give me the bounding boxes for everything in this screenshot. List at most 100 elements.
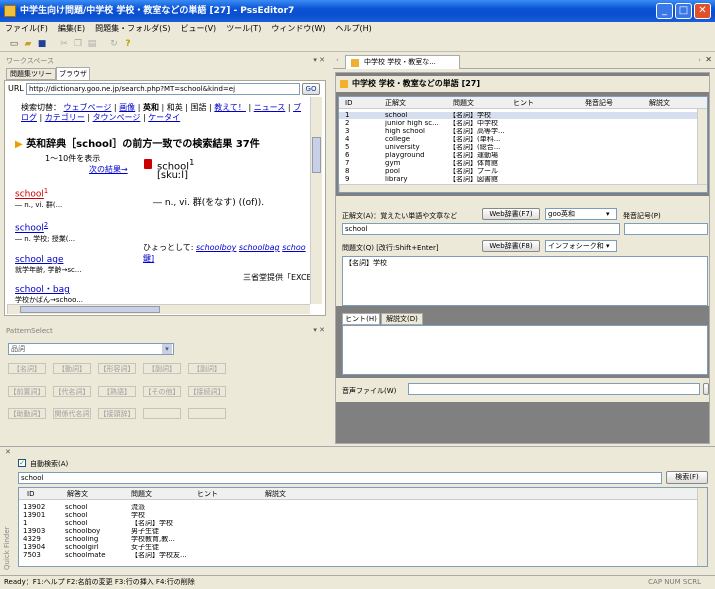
- close-button[interactable]: ✕: [694, 3, 711, 19]
- pattern-button[interactable]: 【接続詞】: [188, 386, 226, 397]
- hscroll-thumb[interactable]: [20, 306, 160, 313]
- table-hscroll[interactable]: [339, 184, 707, 192]
- scroll-thumb[interactable]: [312, 137, 321, 173]
- new-file-icon[interactable]: ▭: [8, 38, 20, 50]
- hyotto-tail[interactable]: 鍵]: [143, 253, 154, 264]
- table-row[interactable]: 9 library 【名詞】図書館: [339, 176, 697, 183]
- table-row[interactable]: 13903 schoolboy 男子生徒: [19, 528, 697, 535]
- audio-file-input[interactable]: [408, 383, 700, 395]
- pattern-button[interactable]: [188, 408, 226, 419]
- open-folder-icon[interactable]: ▰: [22, 38, 34, 50]
- pattern-button[interactable]: 【代名詞】: [53, 386, 91, 397]
- refresh-icon[interactable]: ↻: [108, 38, 120, 50]
- pattern-close-icon[interactable]: ▾ ✕: [313, 326, 325, 334]
- table-row[interactable]: 1 school 【名詞】学校: [19, 520, 697, 527]
- table-row[interactable]: 7503 schoolmate 【名詞】学校友...: [19, 552, 697, 559]
- pattern-button[interactable]: 【その他】: [143, 386, 181, 397]
- list-item[interactable]: school2 ― n. 学校; 授業(...: [15, 221, 120, 255]
- tab-browser[interactable]: ブラウザ: [56, 67, 90, 80]
- list-item[interactable]: school1 ― n., vi. 群(...: [15, 187, 120, 221]
- link-image[interactable]: 画像: [119, 103, 135, 112]
- link-web[interactable]: ウェブページ: [64, 103, 112, 112]
- workspace-close-icon[interactable]: ▾ ✕: [313, 56, 325, 64]
- go-button[interactable]: GO: [302, 83, 320, 95]
- table-row[interactable]: 6 playground 【名詞】運動場: [339, 152, 697, 159]
- browser-vscroll[interactable]: [310, 97, 322, 304]
- pattern-button[interactable]: 【副詞】: [143, 363, 181, 374]
- menu-edit[interactable]: 編集(E): [53, 22, 90, 36]
- pattern-button[interactable]: 【形容詞】: [98, 363, 136, 374]
- url-input[interactable]: http://dictionary.goo.ne.jp/search.php?M…: [26, 83, 300, 95]
- doc-close-icon[interactable]: ✕: [705, 55, 712, 64]
- pattern-button[interactable]: 【助動詞】: [8, 408, 46, 419]
- link-townpage[interactable]: タウンページ: [93, 113, 141, 122]
- finder-vscroll[interactable]: [697, 488, 707, 566]
- help-icon[interactable]: ?: [122, 38, 134, 50]
- link-waei[interactable]: 和英: [167, 103, 183, 112]
- menu-tools[interactable]: ツール(T): [221, 22, 266, 36]
- list-item[interactable]: school age 就学年齢, 学齢→sc...: [15, 255, 120, 285]
- menu-view[interactable]: ビュー(V): [175, 22, 221, 36]
- seek-select[interactable]: インフォシーク和 ▾: [545, 240, 617, 252]
- pattern-select[interactable]: 品詞 ▾: [8, 343, 174, 355]
- menu-file[interactable]: ファイル(F): [0, 22, 53, 36]
- pattern-button[interactable]: 【接頭辞】: [98, 408, 136, 419]
- table-row[interactable]: 13901 school 学校: [19, 512, 697, 519]
- hint-input[interactable]: [342, 325, 708, 375]
- tab-scroll-left-icon[interactable]: ‹: [336, 56, 339, 64]
- finder-search-input[interactable]: school: [18, 472, 662, 484]
- link-eiwa[interactable]: 英和: [143, 103, 159, 112]
- menu-help[interactable]: ヘルプ(H): [330, 22, 376, 36]
- menu-collection[interactable]: 問題集・フォルダ(S): [90, 22, 175, 36]
- answer-input[interactable]: school: [342, 223, 620, 235]
- web-dict-f8-button[interactable]: Web辞書(F8): [482, 240, 540, 252]
- web-dict-f7-button[interactable]: Web辞書(F7): [482, 208, 540, 220]
- pattern-button[interactable]: [143, 408, 181, 419]
- finder-close-icon[interactable]: ✕: [5, 448, 11, 456]
- pattern-button[interactable]: 【動詞】: [53, 363, 91, 374]
- save-icon[interactable]: ■: [36, 38, 48, 50]
- link-news[interactable]: ニュース: [254, 103, 286, 112]
- link-oshiete[interactable]: 教えて！: [214, 103, 246, 112]
- link-schoo[interactable]: schoo: [282, 243, 305, 252]
- copy-icon[interactable]: ❐: [72, 38, 84, 50]
- table-vscroll[interactable]: [697, 109, 707, 185]
- table-row[interactable]: 13902 school 流派: [19, 504, 697, 511]
- chevron-down-icon[interactable]: ▾: [606, 241, 615, 251]
- pron-input[interactable]: [624, 223, 708, 235]
- question-input[interactable]: 【名詞】学校: [342, 256, 708, 306]
- menu-window[interactable]: ウィンドウ(W): [266, 22, 330, 36]
- next-results-link[interactable]: 次の結果→: [89, 164, 128, 175]
- list-item[interactable]: school・bag 学校かばん→schoo...: [15, 285, 120, 305]
- link-keitai[interactable]: ケータイ: [148, 113, 180, 122]
- tab-scroll-right-icon[interactable]: ›: [698, 56, 701, 64]
- tab-hint[interactable]: ヒント(H): [342, 313, 380, 325]
- link-category[interactable]: カテゴリー: [45, 113, 85, 122]
- tab-explanation[interactable]: 解説文(D): [381, 313, 423, 325]
- table-row[interactable]: 1 school 【名詞】学校: [339, 112, 697, 119]
- cut-icon[interactable]: ✂: [58, 38, 70, 50]
- link-schoolboy[interactable]: schoolboy: [196, 243, 236, 252]
- pattern-button[interactable]: 【名詞】: [8, 363, 46, 374]
- dict-select[interactable]: goo英和 ▾: [545, 208, 617, 220]
- table-row[interactable]: 5 university 【名詞】(総合...: [339, 144, 697, 151]
- chevron-down-icon[interactable]: ▾: [162, 344, 172, 354]
- table-row[interactable]: 4329 schooling 学校教育,教...: [19, 536, 697, 543]
- audio-browse-button[interactable]: [703, 383, 709, 395]
- doc-tab[interactable]: 中学校 学校・教室な...: [345, 55, 460, 69]
- table-row[interactable]: 3 high school 【名詞】高等学...: [339, 128, 697, 135]
- paste-icon[interactable]: ▤: [86, 38, 98, 50]
- pattern-button[interactable]: 【熟語】: [98, 386, 136, 397]
- table-row[interactable]: 8 pool 【名詞】プール: [339, 168, 697, 175]
- maximize-button[interactable]: □: [675, 3, 692, 19]
- minimize-button[interactable]: _: [656, 3, 673, 19]
- table-row[interactable]: 7 gym 【名詞】体育館: [339, 160, 697, 167]
- pattern-button[interactable]: 関係代名詞: [53, 408, 91, 419]
- table-row[interactable]: 4 college 【名詞】(単科...: [339, 136, 697, 143]
- finder-search-button[interactable]: 検索(F): [666, 471, 708, 484]
- chevron-down-icon[interactable]: ▾: [606, 209, 615, 219]
- pattern-button[interactable]: 【前置詞】: [8, 386, 46, 397]
- pattern-button[interactable]: 【副詞】: [188, 363, 226, 374]
- table-row[interactable]: 2 junior high sc... 【名詞】中学校: [339, 120, 697, 127]
- tab-tree[interactable]: 問題集ツリー: [6, 68, 56, 80]
